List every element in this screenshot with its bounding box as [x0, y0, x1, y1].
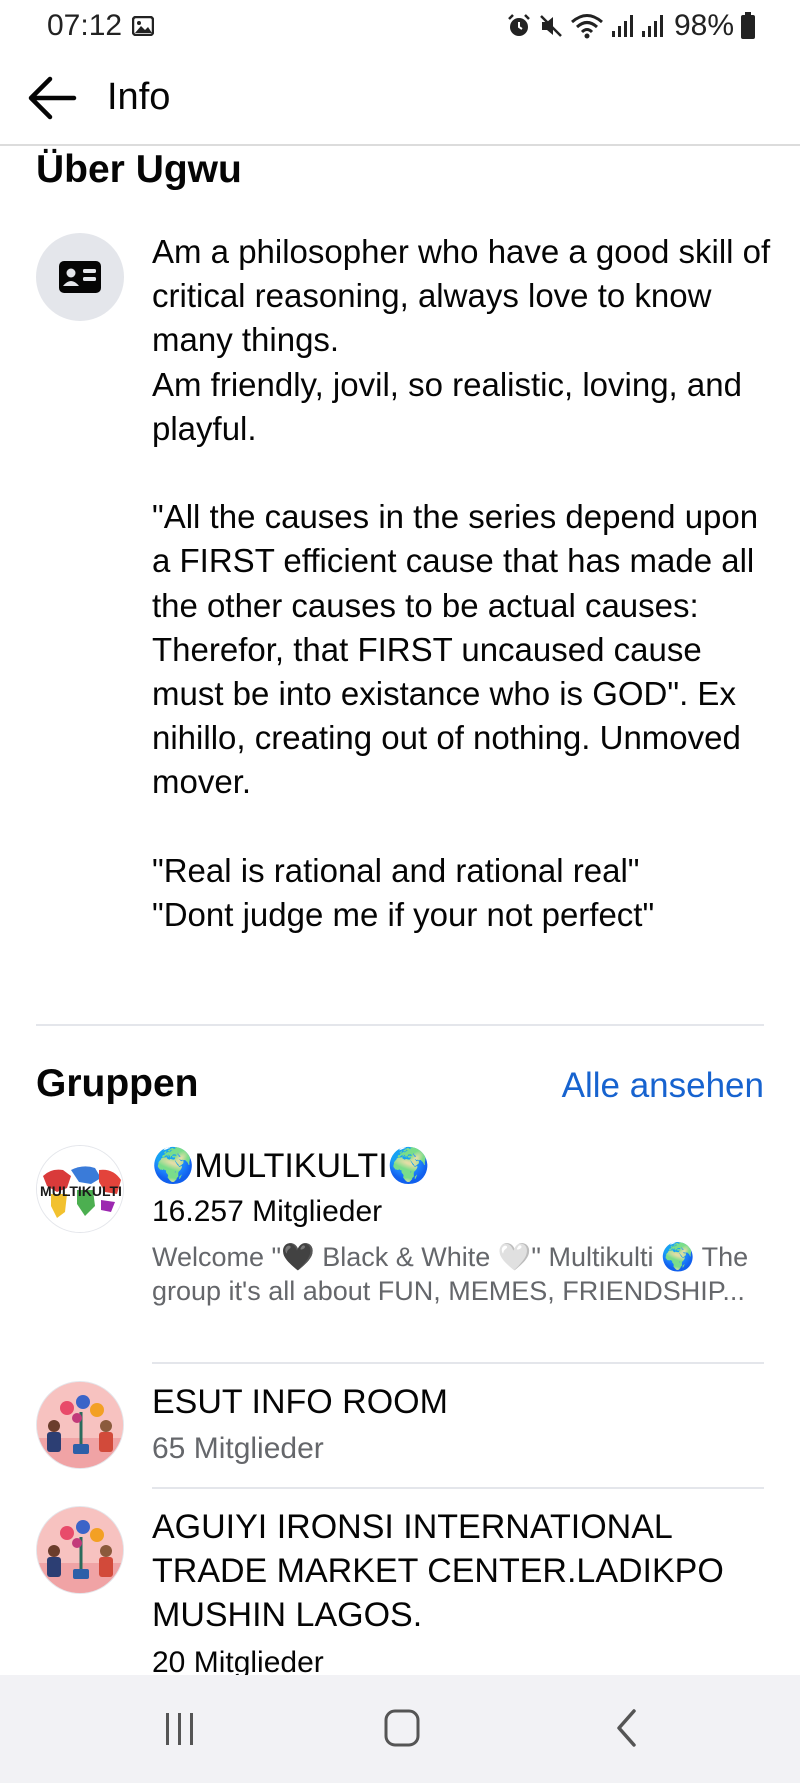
- list-divider: [152, 1362, 764, 1364]
- status-bar: 07:12 98%: [0, 0, 800, 52]
- group-name[interactable]: 🌍MULTIKULTI🌍: [152, 1144, 762, 1188]
- status-icons: 98%: [506, 9, 756, 43]
- status-time: 07:12: [47, 9, 123, 42]
- groups-section-title: Gruppen: [36, 1062, 199, 1105]
- group-name[interactable]: ESUT INFO ROOM: [152, 1380, 762, 1424]
- section-divider: [36, 1024, 764, 1026]
- group-cover-illustration: [37, 1507, 123, 1593]
- about-icon-container: [36, 233, 124, 321]
- about-text: Am a philosopher who have a good skill o…: [152, 233, 771, 934]
- world-map-image: MULTIKULTI: [37, 1146, 123, 1232]
- group-avatar[interactable]: [36, 1381, 124, 1469]
- wifi-icon: [570, 14, 603, 39]
- system-nav-bar: [0, 1675, 800, 1783]
- group-description: Welcome "🖤 Black & White 🤍" Multikulti 🌍…: [152, 1242, 749, 1306]
- back-arrow-icon[interactable]: [26, 74, 78, 122]
- page-title: Info: [107, 76, 171, 118]
- battery-icon: [741, 12, 755, 39]
- see-all-link[interactable]: Alle ansehen: [562, 1066, 764, 1106]
- group-avatar[interactable]: [36, 1506, 124, 1594]
- recents-icon[interactable]: [162, 1711, 198, 1747]
- back-icon[interactable]: [614, 1708, 640, 1748]
- signal-icon: [641, 15, 663, 37]
- id-card-icon: [59, 261, 101, 293]
- list-divider: [152, 1487, 764, 1489]
- group-members: 65 Mitglieder: [152, 1432, 324, 1465]
- group-name[interactable]: AGUIYI IRONSI INTERNATIONAL TRADE MARKET…: [152, 1505, 762, 1637]
- group-avatar[interactable]: MULTIKULTI: [36, 1145, 124, 1233]
- group-cover-illustration: [37, 1382, 123, 1468]
- group-members: 16.257 Mitglieder: [152, 1195, 383, 1228]
- mute-icon: [540, 15, 562, 37]
- image-icon: [132, 16, 154, 36]
- app-bar: Info: [0, 52, 800, 146]
- avatar-text: MULTIKULTI: [40, 1183, 122, 1199]
- signal-icon: [611, 15, 633, 37]
- about-section-title: Über Ugwu: [36, 148, 242, 191]
- alarm-icon: [508, 14, 530, 36]
- battery-level: 98%: [673, 9, 734, 42]
- home-icon[interactable]: [383, 1708, 421, 1748]
